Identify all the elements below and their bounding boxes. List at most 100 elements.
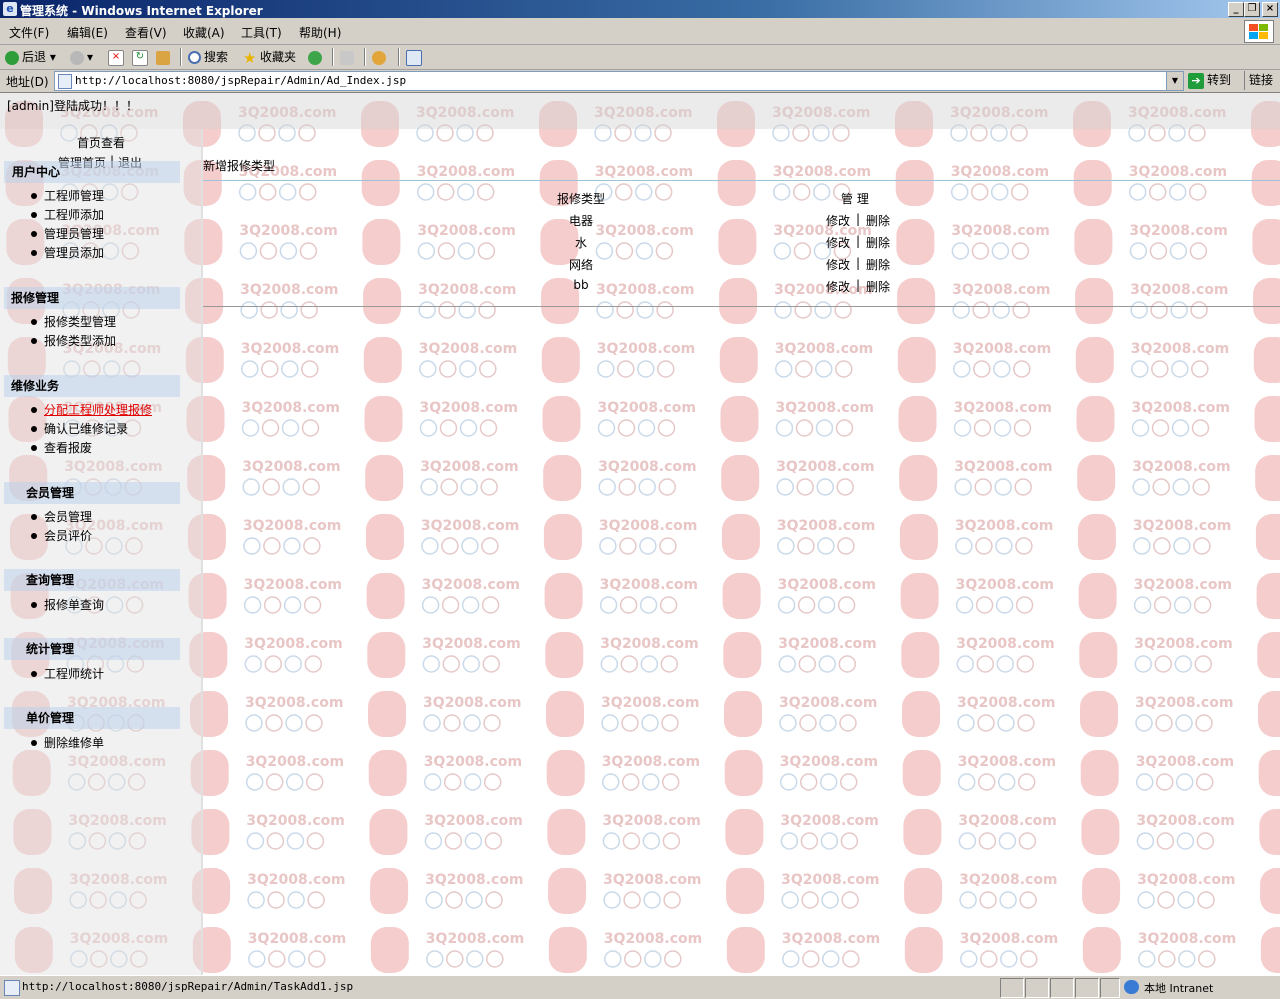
menu-help[interactable]: 帮助(H): [299, 24, 341, 41]
home-icon: [156, 51, 170, 65]
repair-type-cell: 网络: [521, 256, 641, 273]
forward-button[interactable]: ▾: [70, 48, 93, 66]
toolbar-separator: [332, 48, 334, 66]
home-view-link[interactable]: 首页查看: [77, 134, 125, 151]
sidebar-category-heading: 维修业务: [4, 375, 180, 397]
ie-icon: e: [3, 2, 17, 16]
windows-logo-icon: [1244, 20, 1274, 43]
status-bar: http://localhost:8080/jspRepair/Admin/Ta…: [0, 975, 1280, 999]
bullet-icon: [31, 602, 37, 608]
links-button[interactable]: 链接: [1244, 71, 1278, 90]
messenger-button[interactable]: [372, 48, 389, 66]
sidebar-item-label: 会员评价: [44, 527, 92, 545]
delete-link[interactable]: 删除: [866, 256, 890, 273]
sidebar-item-label: 工程师添加: [44, 206, 104, 224]
restore-button[interactable]: ❐: [1244, 2, 1260, 17]
sidebar-item-label: 查看报废: [44, 439, 92, 457]
table-header-type: 报修类型: [557, 190, 605, 207]
status-panel: [1050, 978, 1074, 998]
forward-arrow-icon: [70, 51, 84, 65]
security-zone: 本地 Intranet: [1144, 980, 1213, 996]
action-separator: |: [856, 234, 860, 248]
table-header-manage: 管 理: [841, 190, 869, 207]
back-button[interactable]: 后退 ▾: [5, 48, 56, 66]
stop-button[interactable]: ×: [108, 48, 127, 66]
sidebar-item-label: 报修类型管理: [44, 313, 116, 331]
toolbar: 后退 ▾ ▾ × ↻ 搜索 ★收藏夹: [0, 45, 1280, 70]
search-button[interactable]: 搜索: [188, 48, 228, 66]
left-nav-frame: 首页查看 管理首页 | 退出 用户中心工程师管理工程师添加管理员管理管理员添加报…: [0, 129, 203, 975]
edit-link[interactable]: 修改: [826, 278, 850, 295]
print-icon: [340, 51, 354, 65]
sidebar-item-label: 管理员添加: [44, 244, 104, 262]
bullet-icon: [31, 250, 37, 256]
close-button[interactable]: ×: [1262, 2, 1278, 17]
action-separator: |: [856, 212, 860, 226]
sidebar-item-label: 报修单查询: [44, 596, 104, 614]
sidebar-category-heading: 报修管理: [4, 287, 180, 309]
history-button[interactable]: [308, 48, 325, 66]
back-arrow-icon: [5, 51, 19, 65]
page-icon: [4, 980, 20, 996]
delete-link[interactable]: 删除: [866, 212, 890, 229]
menu-edit[interactable]: 编辑(E): [67, 24, 108, 41]
bullet-icon: [31, 212, 37, 218]
repair-type-cell: 水: [521, 234, 641, 251]
toolbar-separator: [398, 48, 400, 66]
refresh-button[interactable]: ↻: [132, 48, 151, 66]
sidebar-category-heading: 用户中心: [4, 161, 180, 183]
address-dropdown-icon[interactable]: ▼: [1166, 72, 1183, 90]
window-icon: [406, 50, 422, 66]
home-button[interactable]: [156, 48, 173, 66]
repair-type-cell: bb: [521, 278, 641, 292]
sidebar-category-heading: 会员管理: [4, 482, 180, 504]
edit-link[interactable]: 修改: [826, 212, 850, 229]
toolbar-separator: [364, 48, 366, 66]
bullet-icon: [31, 445, 37, 451]
menu-bar: 文件(F) 编辑(E) 查看(V) 收藏(A) 工具(T) 帮助(H): [0, 18, 1280, 45]
repair-type-cell: 电器: [521, 212, 641, 229]
delete-link[interactable]: 删除: [866, 278, 890, 295]
minimize-button[interactable]: _: [1228, 2, 1244, 17]
go-arrow-icon: ➔: [1188, 73, 1204, 89]
status-panel: [1025, 978, 1049, 998]
status-url: http://localhost:8080/jspRepair/Admin/Ta…: [22, 980, 353, 993]
divider: [203, 306, 1280, 307]
menu-view[interactable]: 查看(V): [125, 24, 167, 41]
favorites-button[interactable]: ★收藏夹: [243, 48, 296, 66]
go-button[interactable]: ➔转到: [1188, 71, 1240, 90]
bullet-icon: [31, 193, 37, 199]
page-content: 3Q2008.com3Q2008.com3Q2008.com3Q2008.com…: [0, 93, 1280, 975]
address-input[interactable]: [75, 73, 1155, 88]
media-button[interactable]: [406, 48, 425, 66]
sidebar-item-label: 删除维修单: [44, 734, 104, 752]
search-icon: [188, 51, 201, 64]
sidebar-item-label: 报修类型添加: [44, 332, 116, 350]
status-panel: [1100, 978, 1120, 998]
sidebar-category-heading: 查询管理: [4, 569, 180, 591]
print-button[interactable]: [340, 48, 357, 66]
stop-icon: ×: [108, 50, 124, 66]
sidebar-item-label: 管理员管理: [44, 225, 104, 243]
sidebar-category-heading: 统计管理: [4, 638, 180, 660]
add-repair-type-link[interactable]: 新增报修类型: [203, 157, 275, 174]
sidebar-item-label: 会员管理: [44, 508, 92, 526]
history-icon: [308, 51, 322, 65]
menu-favorites[interactable]: 收藏(A): [183, 24, 225, 41]
title-bar: e 管理系统 - Windows Internet Explorer _ ❐ ×: [0, 0, 1280, 18]
status-panel: [1000, 978, 1024, 998]
delete-link[interactable]: 删除: [866, 234, 890, 251]
sidebar-item-label: 分配工程师处理报修: [44, 401, 152, 419]
top-frame: [admin]登陆成功！！！: [0, 93, 1280, 129]
star-icon: ★: [243, 51, 257, 65]
menu-file[interactable]: 文件(F): [9, 24, 49, 41]
window-title: 管理系统 - Windows Internet Explorer: [20, 2, 263, 19]
menu-tools[interactable]: 工具(T): [241, 24, 282, 41]
action-separator: |: [856, 278, 860, 292]
address-box: ▼: [54, 71, 1184, 91]
status-panel: [1075, 978, 1099, 998]
sidebar-item-label: 工程师统计: [44, 665, 104, 683]
edit-link[interactable]: 修改: [826, 234, 850, 251]
edit-link[interactable]: 修改: [826, 256, 850, 273]
sidebar-category-heading: 单价管理: [4, 707, 180, 729]
